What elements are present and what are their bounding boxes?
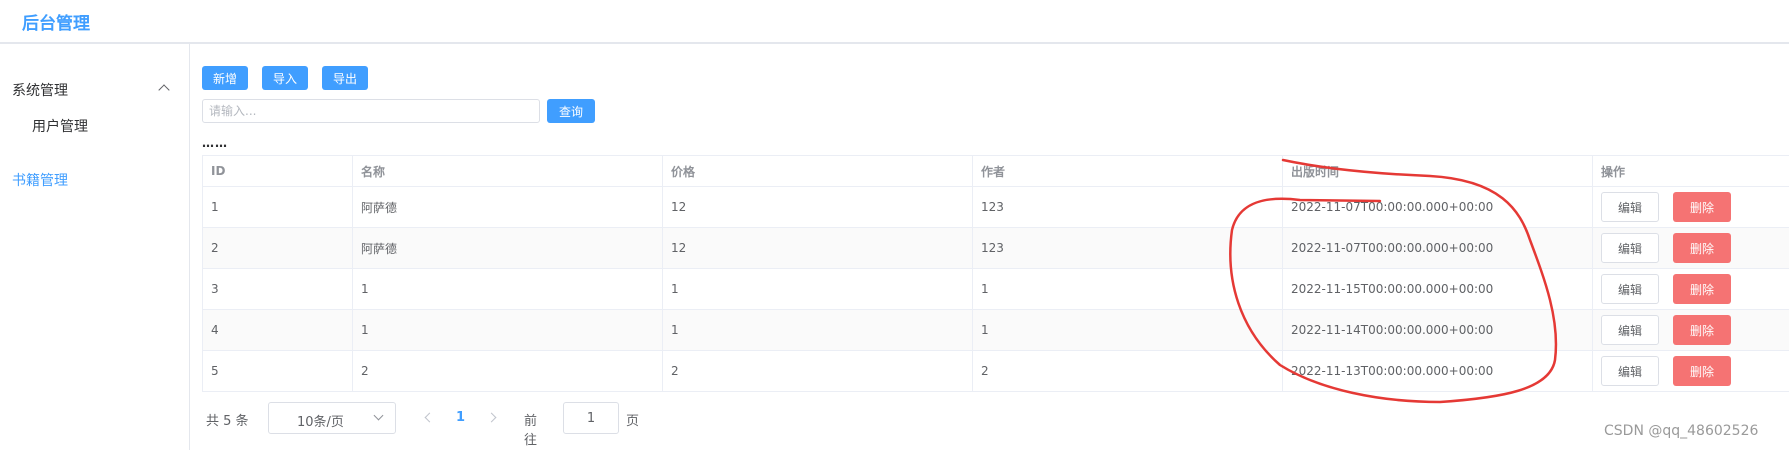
column-header: 出版时间 <box>1282 156 1592 186</box>
table-cell: 123 <box>972 187 1282 227</box>
actions-cell: 编辑 删除 <box>1592 351 1789 391</box>
ellipsis-text: …… <box>202 136 228 150</box>
table-cell: 2022-11-14T00:00:00.000+00:00 <box>1282 310 1592 350</box>
table-cell: 2 <box>972 351 1282 391</box>
column-header: 作者 <box>972 156 1282 186</box>
delete-button[interactable]: 删除 <box>1673 274 1731 304</box>
table-cell: 2022-11-15T00:00:00.000+00:00 <box>1282 269 1592 309</box>
page-size-select[interactable]: 10条/页 <box>268 402 396 434</box>
next-page-icon[interactable] <box>486 412 497 423</box>
edit-button[interactable]: 编辑 <box>1601 356 1659 386</box>
watermark: CSDN @qq_48602526 <box>1604 423 1759 439</box>
data-table: ID 名称 价格 作者 出版时间 操作 1 阿萨德 12 123 2022-11-07T00:00:… <box>202 155 1789 392</box>
edit-button[interactable]: 编辑 <box>1601 274 1659 304</box>
chevron-down-icon <box>373 410 384 421</box>
sidebar: 系统管理 用户管理 书籍管理 <box>0 44 190 450</box>
table-cell: 12 <box>662 187 972 227</box>
table-cell: 5 <box>202 351 352 391</box>
actions-cell: 编辑 删除 <box>1592 310 1789 350</box>
delete-button[interactable]: 删除 <box>1673 315 1731 345</box>
actions-cell: 编辑 删除 <box>1592 187 1789 227</box>
actions-cell: 编辑 删除 <box>1592 228 1789 268</box>
import-button[interactable]: 导入 <box>262 66 308 90</box>
goto-page-input[interactable] <box>563 402 619 434</box>
app-header: 后台管理 <box>0 0 1789 44</box>
prev-page-icon[interactable] <box>424 412 435 423</box>
table-cell: 2022-11-07T00:00:00.000+00:00 <box>1282 187 1592 227</box>
edit-button[interactable]: 编辑 <box>1601 192 1659 222</box>
add-button[interactable]: 新增 <box>202 66 248 90</box>
table-cell: 3 <box>202 269 352 309</box>
export-button[interactable]: 导出 <box>322 66 368 90</box>
search-button[interactable]: 查询 <box>547 99 595 123</box>
table-cell: 12 <box>662 228 972 268</box>
app-title: 后台管理 <box>22 14 90 34</box>
sidebar-item-users[interactable]: 用户管理 <box>32 116 88 136</box>
table-cell: 1 <box>972 269 1282 309</box>
table-row: 5 2 2 2 2022-11-13T00:00:00.000+00:00 编辑 删除 <box>202 351 1789 392</box>
search-input[interactable] <box>202 99 540 123</box>
sidebar-group-label: 系统管理 <box>12 83 68 99</box>
edit-button[interactable]: 编辑 <box>1601 315 1659 345</box>
table-row: 3 1 1 1 2022-11-15T00:00:00.000+00:00 编辑 删除 <box>202 269 1789 310</box>
column-header: 价格 <box>662 156 972 186</box>
edit-button[interactable]: 编辑 <box>1601 233 1659 263</box>
table-row: 2 阿萨德 12 123 2022-11-07T00:00:00.000+00:00 编辑… <box>202 228 1789 269</box>
table-cell: 2 <box>662 351 972 391</box>
table-cell: 1 <box>972 310 1282 350</box>
actions-cell: 编辑 删除 <box>1592 269 1789 309</box>
page-number[interactable]: 1 <box>456 410 465 425</box>
table-cell: 1 <box>202 187 352 227</box>
table-cell: 4 <box>202 310 352 350</box>
sidebar-item-books[interactable]: 书籍管理 <box>12 170 68 190</box>
column-header: 名称 <box>352 156 662 186</box>
table-cell: 123 <box>972 228 1282 268</box>
table-cell: 1 <box>662 310 972 350</box>
sidebar-group-system[interactable]: 系统管理 <box>0 60 189 100</box>
column-header: 操作 <box>1592 156 1789 186</box>
table-cell: 2 <box>352 351 662 391</box>
table-cell: 2 <box>202 228 352 268</box>
table-cell: 1 <box>352 310 662 350</box>
table-row: 4 1 1 1 2022-11-14T00:00:00.000+00:00 编辑 删除 <box>202 310 1789 351</box>
page-suffix: 页 <box>626 414 640 429</box>
delete-button[interactable]: 删除 <box>1673 233 1731 263</box>
page-size-value: 10条/页 <box>297 415 344 430</box>
goto-label: 前往 <box>524 414 538 448</box>
column-header: ID <box>202 156 352 186</box>
table-cell: 阿萨德 <box>352 228 662 268</box>
table-cell: 2022-11-13T00:00:00.000+00:00 <box>1282 351 1592 391</box>
table-cell: 2022-11-07T00:00:00.000+00:00 <box>1282 228 1592 268</box>
table-cell: 1 <box>352 269 662 309</box>
delete-button[interactable]: 删除 <box>1673 356 1731 386</box>
table-cell: 阿萨德 <box>352 187 662 227</box>
table-row: 1 阿萨德 12 123 2022-11-07T00:00:00.000+00:00 编辑… <box>202 187 1789 228</box>
table-cell: 1 <box>662 269 972 309</box>
delete-button[interactable]: 删除 <box>1673 192 1731 222</box>
pagination-total: 共 5 条 <box>206 414 249 429</box>
chevron-up-icon <box>158 84 170 96</box>
table-header-row: ID 名称 价格 作者 出版时间 操作 <box>202 156 1789 187</box>
